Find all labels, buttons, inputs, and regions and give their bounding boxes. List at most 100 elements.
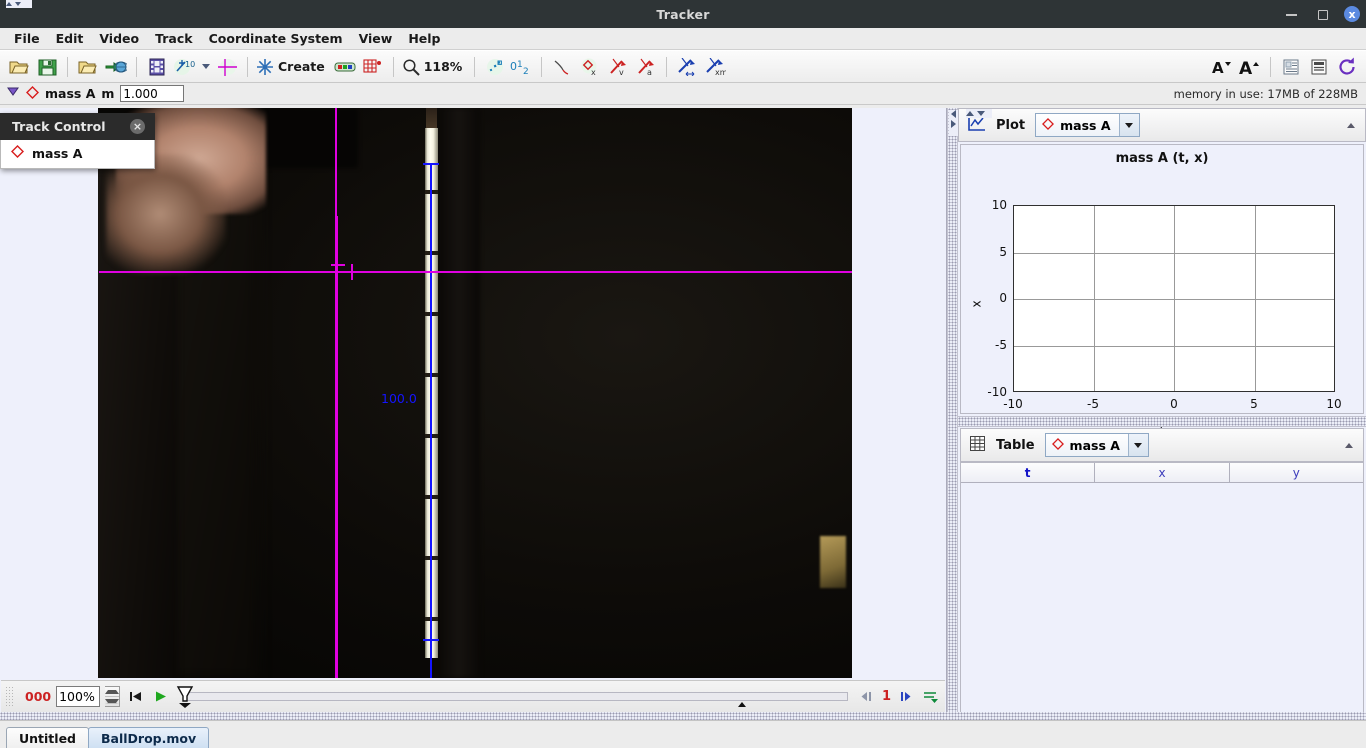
calibration-points-icon[interactable]: [359, 53, 387, 80]
table-track-selector[interactable]: mass A: [1044, 433, 1149, 457]
calibration-stick-end-top[interactable]: [423, 163, 439, 165]
stepper-down-icon[interactable]: [105, 697, 120, 706]
step-back-icon[interactable]: [857, 686, 877, 708]
y-tick-label: 5: [999, 245, 1007, 259]
step-size-label: 1: [881, 689, 891, 704]
splitter-collapse-right-icon[interactable]: [951, 120, 956, 128]
tab-untitled[interactable]: Untitled: [6, 727, 89, 748]
calibration-stick-line[interactable]: [430, 164, 432, 678]
menu-view[interactable]: View: [351, 29, 401, 48]
save-icon[interactable]: [33, 53, 61, 80]
coordinate-axes-icon[interactable]: [213, 53, 241, 80]
playback-rate-stepper[interactable]: [105, 686, 121, 707]
table-column-header-y[interactable]: y: [1229, 463, 1363, 482]
data-table[interactable]: t x y: [960, 462, 1364, 718]
tab-strip: Untitled BallDrop.mov: [0, 721, 1366, 748]
mass-input[interactable]: [120, 85, 185, 102]
track-control-item-mass-a[interactable]: mass A: [32, 146, 82, 161]
frame-numbers-icon[interactable]: 0 1 2: [509, 53, 535, 80]
plot-track-selector-value-wrap[interactable]: mass A: [1036, 118, 1118, 133]
splitter-collapse-left-icon[interactable]: [951, 110, 956, 118]
menu-help[interactable]: Help: [400, 29, 448, 48]
tab-balldrop-mov[interactable]: BallDrop.mov: [88, 727, 210, 748]
horizontal-splitter-arrows[interactable]: [966, 109, 992, 118]
export-icon[interactable]: [102, 53, 130, 80]
font-larger-icon[interactable]: A: [1236, 53, 1264, 80]
video-canvas[interactable]: 100.0: [1, 108, 945, 678]
scrubber-track[interactable]: [183, 691, 848, 701]
track-name-label: mass A: [45, 86, 96, 101]
svg-text:x: x: [591, 68, 596, 76]
collapse-up-icon[interactable]: [1347, 122, 1355, 128]
open-video-icon[interactable]: [74, 53, 102, 80]
play-icon[interactable]: [150, 686, 170, 708]
menu-coordinate-system[interactable]: Coordinate System: [201, 29, 351, 48]
collapse-up-icon[interactable]: [1345, 442, 1353, 448]
font-smaller-icon[interactable]: A: [1208, 53, 1236, 80]
notes-icon[interactable]: [1277, 53, 1305, 80]
create-button[interactable]: Create: [254, 56, 331, 78]
clip-settings-icon[interactable]: 10: [171, 53, 199, 80]
refresh-icon[interactable]: [1333, 53, 1361, 80]
chevron-down-icon[interactable]: [1118, 114, 1139, 136]
position-vector-icon[interactable]: x: [576, 53, 604, 80]
step-forward-icon[interactable]: [896, 686, 916, 708]
bottom-splitter-down-icon[interactable]: [15, 2, 21, 6]
table-track-selector-value-wrap[interactable]: mass A: [1046, 438, 1128, 453]
chevron-down-icon[interactable]: [1127, 434, 1148, 456]
open-icon[interactable]: [5, 53, 33, 80]
plot-axes-area[interactable]: [1013, 205, 1335, 392]
player-drag-handle[interactable]: [5, 685, 14, 708]
menu-video[interactable]: Video: [91, 29, 147, 48]
plot-panel-title: Plot: [996, 117, 1026, 133]
gridline-horizontal: [1014, 346, 1334, 347]
close-icon[interactable]: x: [1344, 6, 1360, 22]
table-column-header-t[interactable]: t: [961, 463, 1096, 482]
splitter-collapse-down-icon[interactable]: [977, 111, 985, 116]
scrubber-thumb[interactable]: [175, 685, 195, 709]
mass-vector-icon[interactable]: xm: [701, 53, 729, 80]
acceleration-vector-icon[interactable]: a: [632, 53, 660, 80]
autotracker-icon[interactable]: [481, 53, 509, 80]
vertical-splitter[interactable]: [947, 108, 958, 720]
video-scrubber[interactable]: [175, 685, 852, 709]
track-menu-icon[interactable]: [6, 86, 20, 101]
splitter-collapse-up-icon[interactable]: [966, 111, 974, 116]
playback-rate-input[interactable]: [56, 686, 101, 707]
video-frame[interactable]: 100.0: [98, 108, 852, 678]
close-icon[interactable]: ×: [130, 119, 145, 134]
tape-measure-icon[interactable]: [331, 53, 359, 80]
menu-edit[interactable]: Edit: [48, 29, 92, 48]
calibration-stick-end-bottom[interactable]: [423, 639, 439, 641]
minimize-icon[interactable]: [1284, 6, 1300, 22]
svg-text:0: 0: [510, 60, 517, 73]
menu-track[interactable]: Track: [147, 29, 200, 48]
horizontal-splitter[interactable]: [958, 416, 1366, 427]
point-mass-icon: [26, 85, 39, 102]
bottom-splitter-arrows[interactable]: [6, 0, 32, 8]
plot-track-selector[interactable]: mass A: [1035, 113, 1140, 137]
stepper-up-icon[interactable]: [105, 687, 120, 697]
video-clip-icon[interactable]: [143, 53, 171, 80]
loop-icon[interactable]: [921, 686, 941, 708]
vector-stretch-icon[interactable]: [673, 53, 701, 80]
chevron-down-icon[interactable]: [199, 53, 213, 80]
table-panel-title: Table: [996, 437, 1035, 453]
velocity-vector-icon[interactable]: v: [604, 53, 632, 80]
track-path-icon[interactable]: [548, 53, 576, 80]
data-tool-icon[interactable]: [1305, 53, 1333, 80]
maximize-icon[interactable]: [1314, 6, 1330, 22]
table-track-selector-value: mass A: [1069, 437, 1120, 453]
skip-to-start-icon[interactable]: [125, 686, 145, 708]
plot-container[interactable]: mass A (t, x) 10 5 0 -5 -10 -10 -5 0 5 1…: [960, 144, 1364, 433]
menu-file[interactable]: File: [6, 29, 48, 48]
zoom-level-label: 118%: [423, 59, 463, 74]
svg-text:10: 10: [185, 60, 195, 69]
zoom-button[interactable]: 118%: [400, 56, 469, 78]
calibration-stick-label: 100.0: [381, 391, 417, 406]
coord-axis-horizontal[interactable]: [99, 271, 852, 273]
bottom-splitter[interactable]: [0, 712, 1366, 720]
vertical-splitter-arrows[interactable]: [949, 110, 958, 136]
bottom-splitter-up-icon[interactable]: [6, 2, 12, 6]
table-column-header-x[interactable]: x: [1095, 463, 1230, 482]
